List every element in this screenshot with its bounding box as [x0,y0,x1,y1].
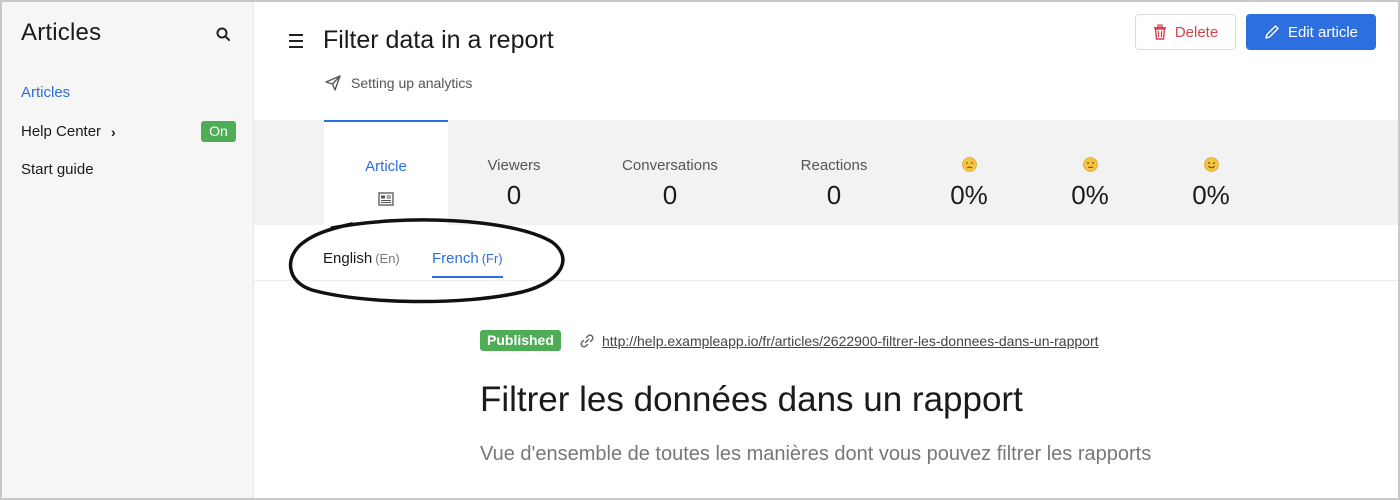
status-badge: On [201,121,236,142]
link-icon [580,334,594,348]
stat-reactions[interactable]: Reactions 0 [784,120,884,225]
stat-value: 0 [662,180,678,210]
delete-button[interactable]: Delete [1135,14,1236,50]
stat-value: 0% [950,180,988,210]
published-badge: Published [480,330,561,351]
app-window: Articles Articles Help Center › On Start… [0,0,1400,500]
tab-article[interactable]: Article [324,120,448,225]
sidebar-item-label: Articles [21,84,71,101]
article-title[interactable]: Filtrer les données dans un rapport [480,380,1023,420]
language-name: English [323,250,373,267]
collection-link[interactable]: Setting up analytics [324,74,472,92]
edit-article-button-label: Edit article [1287,23,1359,41]
article-description[interactable]: Vue d'ensemble de toutes les manières do… [480,440,1160,469]
search-icon[interactable] [215,26,233,44]
article-url-link[interactable]: http://help.exampleapp.io/fr/articles/26… [602,333,1099,349]
page-title: Filter data in a report [323,26,554,54]
sidebar-item-start-guide[interactable]: Start guide [21,161,94,178]
sidebar: Articles Articles Help Center › On Start… [2,2,254,498]
stat-viewers[interactable]: Viewers 0 [464,120,564,225]
chevron-right-icon: › [111,123,116,140]
sidebar-item-label: Start guide [21,161,94,178]
collection-label: Setting up analytics [351,75,473,91]
sad-face-icon [919,157,1019,172]
stat-happy-reactions[interactable]: 0% [1161,120,1261,225]
hamburger-menu-icon[interactable] [289,34,305,48]
pencil-icon [1265,25,1279,39]
language-code: (En) [375,251,400,266]
stat-label: Viewers [487,157,541,174]
language-tabs: English (En) French (Fr) [254,225,1398,281]
tab-label: Article [365,158,407,175]
stat-conversations[interactable]: Conversations 0 [604,120,736,225]
language-name: French [432,250,479,267]
happy-face-icon [1161,157,1261,172]
tab-language-french[interactable]: French (Fr) [432,250,503,278]
sidebar-item-help-center[interactable]: Help Center › [21,123,116,140]
stat-label: Conversations [622,157,718,174]
newspaper-icon [324,192,448,206]
stat-value: 0 [826,180,842,210]
neutral-face-icon [1040,157,1140,172]
stats-bar: Article Viewers 0 Conversations 0 Reacti… [254,120,1398,225]
stat-value: 0% [1192,180,1230,210]
stat-sad-reactions[interactable]: 0% [919,120,1019,225]
sidebar-item-label: Help Center [21,123,102,140]
stat-value: 0 [506,180,522,210]
tab-language-english[interactable]: English (En) [323,250,400,276]
sidebar-item-articles[interactable]: Articles [21,84,70,101]
paper-plane-icon [325,75,341,91]
sidebar-title: Articles [21,19,102,46]
language-code: (Fr) [481,251,503,266]
trash-icon [1153,24,1166,40]
stat-label: Reactions [800,157,868,174]
stat-neutral-reactions[interactable]: 0% [1040,120,1140,225]
stat-value: 0% [1071,180,1109,210]
delete-button-label: Delete [1174,23,1219,41]
edit-article-button[interactable]: Edit article [1246,14,1376,50]
